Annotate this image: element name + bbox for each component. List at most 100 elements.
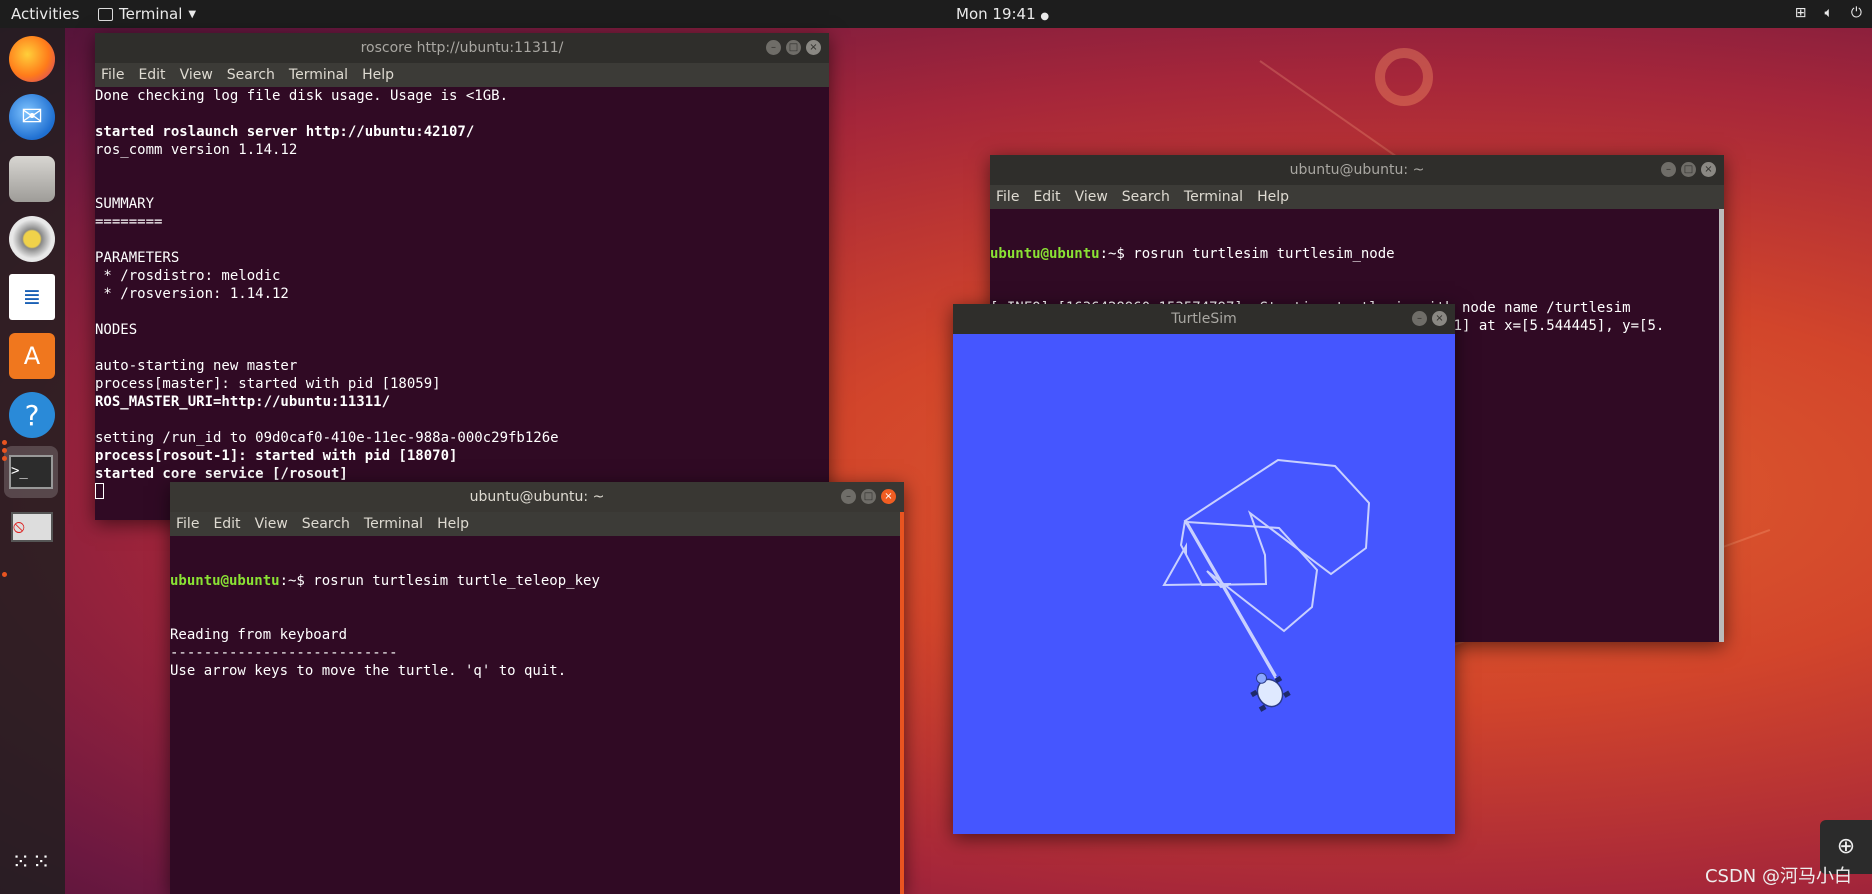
menu-item-file[interactable]: File [176,516,199,532]
terminal-line: PARAMETERS [95,250,180,266]
terminal-glyph-icon: >_ [9,455,53,489]
system-tray[interactable]: ⊞ 🔈︎ ⏻ [1795,5,1862,21]
help-icon[interactable]: ? [9,392,55,438]
chevron-down-icon: ▼ [188,8,197,20]
activities-button[interactable]: Activities [11,5,79,23]
menu-item-file[interactable]: File [101,67,124,83]
app-menu-label: Terminal [119,5,183,23]
software-icon[interactable]: A [9,333,55,379]
command-text: rosrun turtlesim turtlesim_node [1124,246,1395,262]
terminal-output[interactable]: Done checking log file disk usage. Usage… [95,87,829,520]
running-indicator [2,572,7,577]
window-title: ubuntu@ubuntu: ~ [1289,162,1425,178]
menu-item-view[interactable]: View [1075,189,1108,205]
window-titlebar[interactable]: ubuntu@ubuntu: ~ – □ × [170,482,904,512]
terminal-line: SUMMARY [95,196,155,212]
network-icon: ⊞ [1794,5,1807,21]
menu-bar: File Edit View Search Terminal Help [95,63,829,87]
turtle-icon [1250,672,1291,712]
window-titlebar[interactable]: TurtleSim – × [953,304,1455,334]
blocked-app-glyph-icon: ⦸ [11,512,53,542]
minimize-button[interactable]: – [1412,311,1427,326]
menu-item-terminal[interactable]: Terminal [1184,189,1243,205]
clock-label: Mon 19:41 [956,5,1036,23]
terminal-line: * /rosversion: 1.14.12 [95,286,289,302]
close-button[interactable]: × [1701,162,1716,177]
clock[interactable]: Mon 19:41 ● [956,5,1049,23]
running-indicator [2,448,7,453]
wallpaper-ring [1375,48,1433,106]
blocked-app-icon[interactable]: ⦸ [9,504,55,550]
maximize-button[interactable]: □ [1681,162,1696,177]
terminal-line: ======== [95,214,163,230]
maximize-button[interactable]: □ [786,40,801,55]
menu-item-edit[interactable]: Edit [213,516,240,532]
window-titlebar[interactable]: ubuntu@ubuntu: ~ – □ × [990,155,1724,185]
close-button[interactable]: × [806,40,821,55]
turtle-drawing [1162,458,1371,712]
terminal-line: Reading from keyboard [170,627,348,643]
files-icon[interactable] [9,156,55,202]
menu-bar: File Edit View Search Terminal Help [990,185,1724,209]
show-apps-icon[interactable]: ⁙⁙ [9,839,55,885]
menu-item-view[interactable]: View [255,516,288,532]
menu-item-search[interactable]: Search [1122,189,1170,205]
thunderbird-icon[interactable]: ✉ [9,94,55,140]
turtle-canvas[interactable] [953,334,1455,834]
minimize-button[interactable]: – [766,40,781,55]
window-title: TurtleSim [1171,311,1237,327]
menu-item-terminal[interactable]: Terminal [289,67,348,83]
menu-item-help[interactable]: Help [362,67,394,83]
window-right-edge [900,512,904,894]
text-cursor [95,483,104,499]
scrollbar[interactable] [1719,209,1724,642]
firefox-icon[interactable] [9,36,55,82]
menu-item-search[interactable]: Search [227,67,275,83]
window-title: roscore http://ubuntu:11311/ [360,40,564,56]
top-bar: Activities Terminal ▼ Mon 19:41 ● ⊞ 🔈︎ ⏻ [0,0,1872,28]
prompt-user: ubuntu@ubuntu [170,573,280,589]
window-titlebar[interactable]: roscore http://ubuntu:11311/ – □ × [95,33,829,63]
terminal-output[interactable]: ubuntu@ubuntu:~$ rosrun turtlesim turtle… [170,536,904,894]
prompt-path: :~$ [1099,246,1125,262]
turtle-path [1179,458,1371,680]
terminal-line: auto-starting new master [95,358,298,374]
close-button[interactable]: × [881,489,896,504]
command-text: rosrun turtlesim turtle_teleop_key [304,573,600,589]
terminal-icon[interactable]: >_ [4,446,58,498]
menu-bar: File Edit View Search Terminal Help [170,512,904,536]
menu-item-help[interactable]: Help [437,516,469,532]
rhythmbox-icon[interactable] [9,216,55,262]
libreoffice-writer-icon[interactable]: ≣ [9,274,55,320]
menu-item-edit[interactable]: Edit [138,67,165,83]
minimize-button[interactable]: – [841,489,856,504]
terminal-line: Use arrow keys to move the turtle. 'q' t… [170,663,567,679]
menu-item-search[interactable]: Search [302,516,350,532]
dock: ✉ ≣ A ? >_ ⦸ ⁙⁙ [0,28,65,894]
notification-dot-icon: ● [1040,11,1050,22]
terminal-line: ROS_MASTER_URI=http://ubuntu:11311/ [95,394,391,410]
running-indicator [2,440,7,445]
terminal-app-icon [98,7,113,21]
close-button[interactable]: × [1432,311,1447,326]
terminal-line: started roslaunch server http://ubuntu:4… [95,124,475,140]
app-menu[interactable]: Terminal ▼ [98,5,196,23]
menu-item-view[interactable]: View [180,67,213,83]
watermark: CSDN @河马小白 [1704,866,1852,887]
terminal-line: setting /run_id to 09d0caf0-410e-11ec-98… [95,430,559,446]
command-line: ubuntu@ubuntu:~$ rosrun turtlesim turtle… [990,245,1724,263]
menu-item-terminal[interactable]: Terminal [364,516,423,532]
turtlesim-window: TurtleSim – × [953,304,1455,834]
terminal-line: ros_comm version 1.14.12 [95,142,298,158]
volume-icon: 🔈︎ [1824,5,1833,21]
maximize-button[interactable]: □ [861,489,876,504]
minimize-button[interactable]: – [1661,162,1676,177]
prompt-path: :~$ [279,573,305,589]
menu-item-help[interactable]: Help [1257,189,1289,205]
menu-item-file[interactable]: File [996,189,1019,205]
menu-item-edit[interactable]: Edit [1033,189,1060,205]
